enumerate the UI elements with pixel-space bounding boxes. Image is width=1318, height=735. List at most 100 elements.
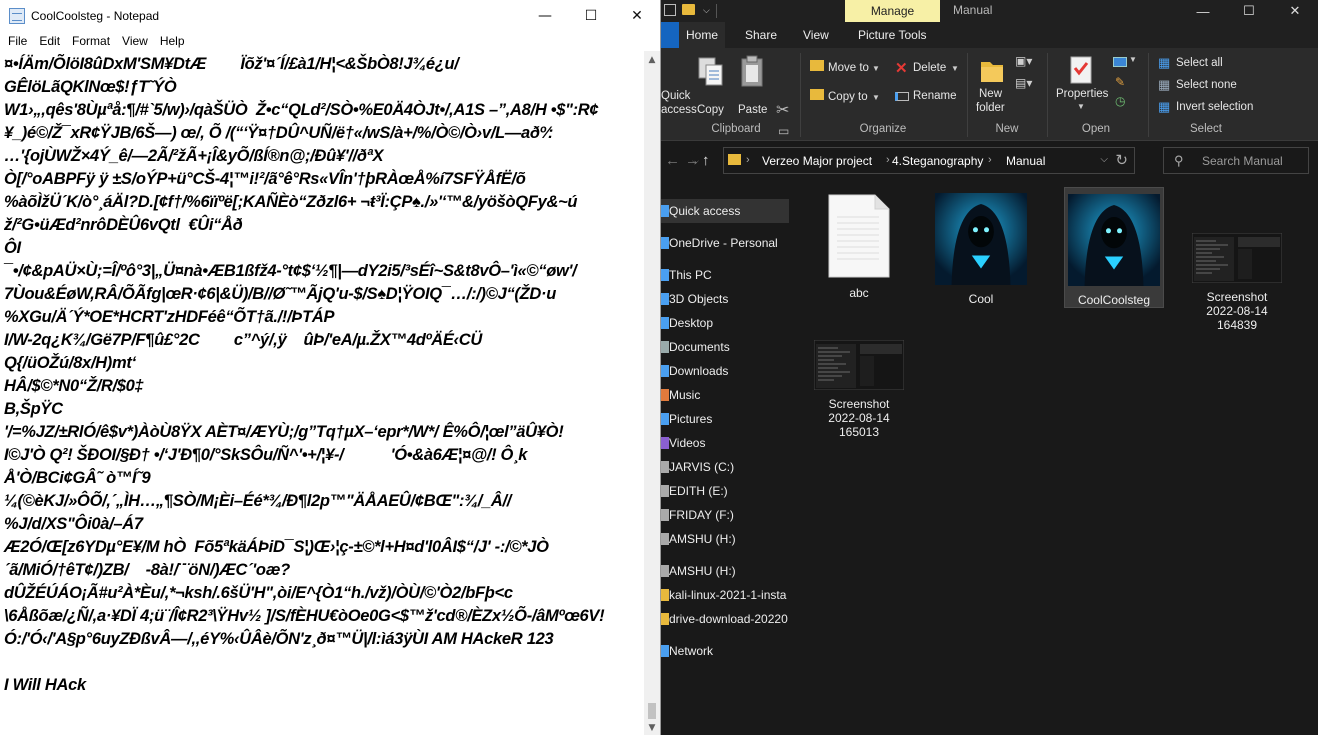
quick-access-label-2[interactable]: access bbox=[661, 104, 697, 116]
history-icon[interactable]: ◷ bbox=[1115, 94, 1125, 108]
properties-quick-icon[interactable] bbox=[664, 4, 676, 16]
chevron-down-icon[interactable]: ⌵ bbox=[1100, 154, 1108, 165]
sidebar-item[interactable]: This PC bbox=[661, 263, 789, 287]
minimize-button[interactable]: — bbox=[1180, 0, 1226, 22]
properties-button[interactable]: Properties bbox=[1056, 88, 1108, 100]
explorer-titlebar[interactable]: ⌵ Manage Manual — ☐ ✕ bbox=[661, 0, 1318, 22]
sidebar-item[interactable]: EDITH (E:) bbox=[661, 479, 789, 503]
move-to-button[interactable]: Move to bbox=[828, 62, 869, 74]
sidebar-item[interactable]: Pictures bbox=[661, 407, 789, 431]
address-bar[interactable]: › Verzeo Major project › 4.Steganography… bbox=[723, 147, 1135, 174]
tab-view[interactable]: View bbox=[803, 22, 829, 48]
chevron-down-icon[interactable]: ▼ bbox=[1077, 102, 1085, 111]
sidebar-item[interactable]: drive-download-20220 bbox=[661, 607, 789, 631]
chevron-right-icon[interactable]: › bbox=[886, 154, 890, 166]
properties-icon[interactable] bbox=[1068, 54, 1094, 86]
copy-button[interactable]: Copy bbox=[697, 104, 724, 116]
back-arrow-icon[interactable]: ← bbox=[665, 152, 680, 169]
sidebar-item[interactable]: FRIDAY (F:) bbox=[661, 503, 789, 527]
notepad-text-area[interactable]: ¤•ÍÄm/ÕlöI8ûDxM'SM¥DtÆ Ïõž'¤´Í/£à1/H¦<&Š… bbox=[0, 51, 645, 735]
file-item[interactable]: CoolCoolsteg bbox=[1064, 187, 1164, 308]
open-icon[interactable] bbox=[1113, 57, 1127, 67]
chevron-right-icon[interactable]: › bbox=[746, 154, 750, 166]
scroll-up-icon[interactable]: ▲ bbox=[644, 55, 660, 65]
invert-selection-button[interactable]: Invert selection bbox=[1176, 101, 1253, 113]
breadcrumb-segment[interactable]: 4.Steganography bbox=[892, 154, 983, 168]
sidebar-item[interactable]: AMSHU (H:) bbox=[661, 527, 789, 551]
tab-file[interactable] bbox=[661, 22, 679, 48]
menu-edit[interactable]: Edit bbox=[33, 34, 66, 48]
sidebar-item[interactable]: kali-linux-2021-1-insta bbox=[661, 583, 789, 607]
select-all-icon[interactable]: ▦ bbox=[1158, 55, 1170, 71]
notepad-titlebar[interactable]: CoolCoolsteg - Notepad — ☐ ✕ bbox=[0, 0, 660, 31]
search-box[interactable]: ⚲ Search Manual bbox=[1163, 147, 1309, 174]
move-to-icon[interactable] bbox=[810, 60, 824, 71]
sidebar-item[interactable]: Music bbox=[661, 383, 789, 407]
scroll-thumb[interactable] bbox=[648, 703, 656, 719]
copy-icon[interactable] bbox=[697, 56, 725, 88]
new-folder-label-1[interactable]: New bbox=[979, 88, 1002, 100]
new-folder-quick-icon[interactable] bbox=[682, 4, 695, 15]
sidebar-item[interactable]: Network bbox=[661, 639, 789, 663]
new-folder-icon[interactable] bbox=[979, 56, 1005, 84]
sidebar-item[interactable]: Documents bbox=[661, 335, 789, 359]
paste-icon[interactable] bbox=[739, 54, 765, 88]
notepad-vertical-scrollbar[interactable]: ▲ ▼ bbox=[644, 51, 660, 735]
menu-help[interactable]: Help bbox=[154, 34, 191, 48]
chevron-down-icon[interactable]: ▼ bbox=[872, 93, 880, 102]
close-button[interactable]: ✕ bbox=[614, 0, 660, 31]
quick-access-label-1[interactable]: Quick bbox=[661, 90, 690, 102]
minimize-button[interactable]: — bbox=[522, 0, 568, 31]
file-item[interactable]: Screenshot 2022-08-14 165013 bbox=[809, 334, 909, 439]
easy-access-icon[interactable]: ▤▾ bbox=[1015, 76, 1032, 90]
search-input[interactable]: Search Manual bbox=[1202, 154, 1283, 168]
menu-file[interactable]: File bbox=[2, 34, 33, 48]
chevron-down-icon[interactable]: ⌵ bbox=[703, 5, 710, 16]
file-item[interactable]: abc bbox=[809, 187, 909, 300]
sidebar-item[interactable]: JARVIS (C:) bbox=[661, 455, 789, 479]
chevron-down-icon[interactable]: ▼ bbox=[872, 64, 880, 73]
select-all-button[interactable]: Select all bbox=[1176, 57, 1223, 69]
tab-picture-tools[interactable]: Picture Tools bbox=[858, 22, 926, 48]
sidebar-item[interactable]: Desktop bbox=[661, 311, 789, 335]
recent-chevron-icon[interactable]: ⌵ bbox=[692, 156, 699, 167]
sidebar-item[interactable]: Quick access bbox=[661, 199, 789, 223]
chevron-right-icon[interactable]: › bbox=[988, 154, 992, 166]
refresh-icon[interactable]: ↻ bbox=[1115, 151, 1128, 169]
breadcrumb-segment[interactable]: Verzeo Major project bbox=[762, 154, 872, 168]
sidebar-item[interactable]: AMSHU (H:) bbox=[661, 559, 789, 583]
copy-to-icon[interactable] bbox=[810, 89, 824, 100]
scissors-icon[interactable]: ✂ bbox=[776, 100, 789, 120]
maximize-button[interactable]: ☐ bbox=[568, 0, 614, 31]
sidebar-item[interactable]: Videos bbox=[661, 431, 789, 455]
sidebar-item[interactable]: 3D Objects bbox=[661, 287, 789, 311]
paste-button[interactable]: Paste bbox=[738, 104, 767, 116]
chevron-down-icon[interactable]: ▼ bbox=[951, 64, 959, 73]
copy-to-button[interactable]: Copy to bbox=[828, 91, 868, 103]
tab-manage[interactable]: Manage bbox=[845, 0, 940, 22]
select-none-button[interactable]: Select none bbox=[1176, 79, 1237, 91]
rename-button[interactable]: Rename bbox=[913, 90, 956, 102]
breadcrumb-segment[interactable]: Manual bbox=[1006, 154, 1045, 168]
menu-format[interactable]: Format bbox=[66, 34, 116, 48]
close-button[interactable]: ✕ bbox=[1272, 0, 1318, 22]
new-folder-label-2[interactable]: folder bbox=[976, 102, 1005, 114]
menu-view[interactable]: View bbox=[116, 34, 154, 48]
edit-icon[interactable]: ✎ bbox=[1115, 75, 1125, 89]
scroll-down-icon[interactable]: ▼ bbox=[644, 723, 660, 733]
tab-share[interactable]: Share bbox=[745, 22, 777, 48]
select-none-icon[interactable]: ▦ bbox=[1158, 77, 1170, 93]
sidebar-item[interactable]: Downloads bbox=[661, 359, 789, 383]
invert-selection-icon[interactable]: ▦ bbox=[1158, 99, 1170, 115]
maximize-button[interactable]: ☐ bbox=[1226, 0, 1272, 22]
tab-home[interactable]: Home bbox=[679, 22, 725, 48]
delete-icon[interactable]: ✕ bbox=[895, 59, 908, 77]
up-arrow-icon[interactable]: ↑ bbox=[702, 152, 710, 169]
file-item[interactable]: Screenshot 2022-08-14 164839 bbox=[1187, 227, 1287, 332]
rename-icon[interactable] bbox=[895, 92, 909, 101]
delete-button[interactable]: Delete bbox=[913, 62, 946, 74]
new-item-icon[interactable]: ▣▾ bbox=[1015, 54, 1032, 68]
sidebar-item[interactable]: OneDrive - Personal bbox=[661, 231, 789, 255]
chevron-down-icon[interactable]: ▼ bbox=[1129, 55, 1137, 64]
file-item[interactable]: Cool bbox=[931, 187, 1031, 306]
